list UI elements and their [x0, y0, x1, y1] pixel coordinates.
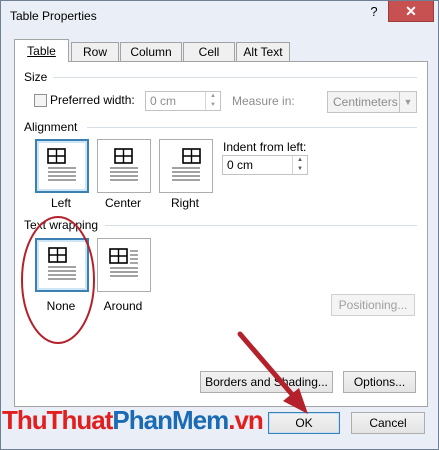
tab-table[interactable]: Table — [14, 39, 69, 62]
watermark-logo: ThuThuatPhanMem.vn — [2, 405, 264, 435]
annotation-overlay — [21, 216, 308, 414]
highlight-ellipse — [21, 216, 95, 344]
pointer-arrow-shaft — [237, 331, 299, 402]
